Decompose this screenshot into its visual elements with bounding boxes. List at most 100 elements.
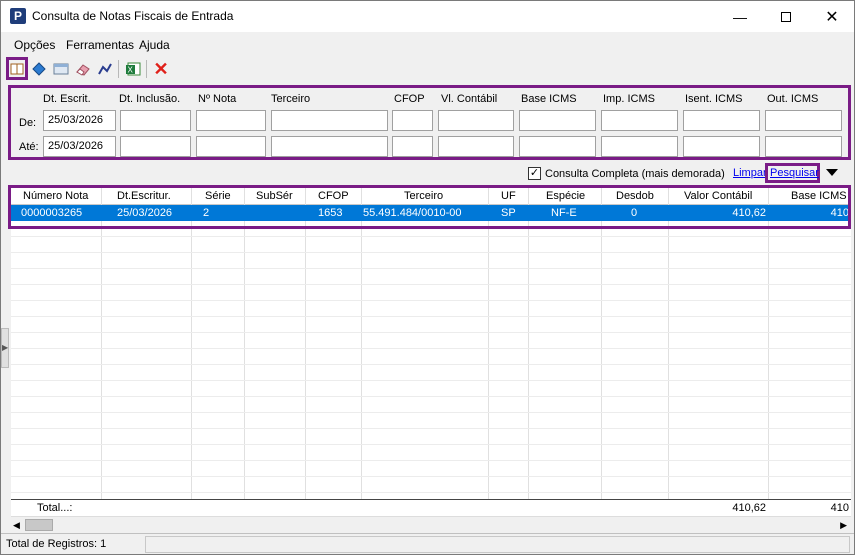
close-button[interactable]: ✕: [809, 1, 855, 32]
grid-col-divider: [191, 188, 192, 499]
maximize-icon: [781, 11, 791, 22]
grid-highlight: [8, 185, 851, 229]
total-label: Total...:: [37, 502, 73, 514]
grid-row-line: [11, 284, 851, 285]
grid-row-line: [11, 300, 851, 301]
out-icms-from-input[interactable]: [765, 110, 842, 131]
side-expand-handle[interactable]: ▶: [1, 328, 9, 368]
title-bar: P Consulta de Notas Fiscais de Entrada —…: [1, 1, 854, 32]
grid-col-divider: [244, 188, 245, 499]
results-grid: Número Nota Dt.Escritur. Série SubSér CF…: [11, 188, 851, 516]
col-base-icms-label: Base ICMS: [521, 93, 577, 105]
record-count: Total de Registros: 1: [6, 538, 107, 550]
search-link[interactable]: Pesquisar: [770, 167, 819, 179]
col-terceiro-label: Terceiro: [271, 93, 311, 105]
col-dt-inclusao-label: Dt. Inclusão.: [119, 93, 181, 105]
grid-row-line: [11, 380, 851, 381]
expand-dropdown-button[interactable]: [823, 166, 841, 180]
menu-opcoes[interactable]: Opções: [14, 38, 55, 52]
grid-col-divider: [768, 188, 769, 499]
app-icon: P: [10, 8, 26, 24]
grid-row-line: [11, 460, 851, 461]
col-vl-contabil-label: Vl. Contábil: [441, 93, 498, 105]
grid-row-line: [11, 348, 851, 349]
blue-book-button[interactable]: [29, 59, 49, 79]
chart-tool-button[interactable]: [95, 59, 115, 79]
scroll-left-icon[interactable]: ◀: [13, 520, 20, 531]
grid-row-line: [11, 252, 851, 253]
book-button[interactable]: [7, 59, 27, 79]
terceiro-from-input[interactable]: [271, 110, 388, 131]
col-out-icms-label: Out. ICMS: [767, 93, 819, 105]
cfop-to-input[interactable]: [392, 136, 433, 157]
clear-link[interactable]: Limpar: [733, 167, 767, 179]
minimize-icon: —: [733, 8, 747, 25]
blue-book-icon: [32, 62, 46, 76]
terceiro-to-input[interactable]: [271, 136, 388, 157]
imp-icms-to-input[interactable]: [601, 136, 678, 157]
isent-icms-from-input[interactable]: [683, 110, 760, 131]
to-label: Até:: [19, 141, 39, 153]
num-nota-from-input[interactable]: [196, 110, 266, 131]
col-isent-icms-label: Isent. ICMS: [685, 93, 743, 105]
dt-inclusao-from-input[interactable]: [120, 110, 191, 131]
grid-row-line: [11, 428, 851, 429]
from-label: De:: [19, 117, 37, 129]
grid-row-line: [11, 364, 851, 365]
window-title: Consulta de Notas Fiscais de Entrada: [32, 9, 234, 23]
dt-escrit-to-input[interactable]: 25/03/2026: [43, 136, 116, 157]
dt-escrit-from-input[interactable]: 25/03/2026: [43, 110, 116, 131]
grid-row-line: [11, 476, 851, 477]
vl-contabil-to-input[interactable]: [438, 136, 514, 157]
col-dt-escrit-label: Dt. Escrit.: [43, 93, 91, 105]
num-nota-to-input[interactable]: [196, 136, 266, 157]
cfop-from-input[interactable]: [392, 110, 433, 131]
imp-icms-from-input[interactable]: [601, 110, 678, 131]
horizontal-scrollbar[interactable]: ◀ ▶: [11, 516, 851, 533]
total-valor-contabil: 410,62: [732, 502, 766, 514]
chevron-down-icon: [826, 169, 838, 176]
maximize-button[interactable]: [763, 1, 809, 32]
out-icms-to-input[interactable]: [765, 136, 842, 157]
status-pane-empty: [145, 536, 850, 553]
grid-row-line: [11, 268, 851, 269]
minimize-button[interactable]: —: [717, 1, 763, 32]
menu-ferramentas[interactable]: Ferramentas: [66, 38, 134, 52]
grid-col-divider: [668, 188, 669, 499]
dt-inclusao-to-input[interactable]: [120, 136, 191, 157]
cancel-tool-button[interactable]: ✕: [151, 59, 171, 79]
grid-col-divider: [101, 188, 102, 499]
isent-icms-to-input[interactable]: [683, 136, 760, 157]
base-icms-from-input[interactable]: [519, 110, 596, 131]
grid-row-line: [11, 444, 851, 445]
menu-ajuda[interactable]: Ajuda: [139, 38, 170, 52]
menu-bar: Opções Ferramentas Ajuda: [1, 34, 854, 56]
grid-row-line: [11, 492, 851, 493]
grid-row-line: [11, 412, 851, 413]
full-query-checkbox[interactable]: ✓: [528, 167, 541, 180]
grid-row-line: [11, 396, 851, 397]
full-query-option[interactable]: ✓ Consulta Completa (mais demorada): [528, 167, 725, 180]
close-icon: ✕: [825, 8, 839, 26]
chart-tool-icon: [98, 63, 112, 75]
grid-col-divider: [305, 188, 306, 499]
vl-contabil-from-input[interactable]: [438, 110, 514, 131]
col-imp-icms-label: Imp. ICMS: [603, 93, 655, 105]
grid-col-divider: [361, 188, 362, 499]
excel-button[interactable]: X: [123, 59, 143, 79]
scroll-thumb[interactable]: [25, 519, 53, 531]
window-icon: [53, 63, 69, 75]
base-icms-to-input[interactable]: [519, 136, 596, 157]
chevron-right-icon: ▶: [2, 343, 9, 352]
grid-row-line: [11, 316, 851, 317]
scroll-right-icon[interactable]: ▶: [840, 520, 847, 531]
status-bar: Total de Registros: 1: [1, 533, 854, 554]
total-base-icms: 410: [830, 502, 849, 514]
grid-col-divider: [488, 188, 489, 499]
col-num-nota-label: Nº Nota: [198, 93, 237, 105]
col-cfop-label: CFOP: [394, 93, 425, 105]
svg-text:X: X: [128, 66, 134, 75]
window-button[interactable]: [51, 59, 71, 79]
eraser-button[interactable]: [73, 59, 93, 79]
toolbar-separator: [146, 60, 147, 78]
